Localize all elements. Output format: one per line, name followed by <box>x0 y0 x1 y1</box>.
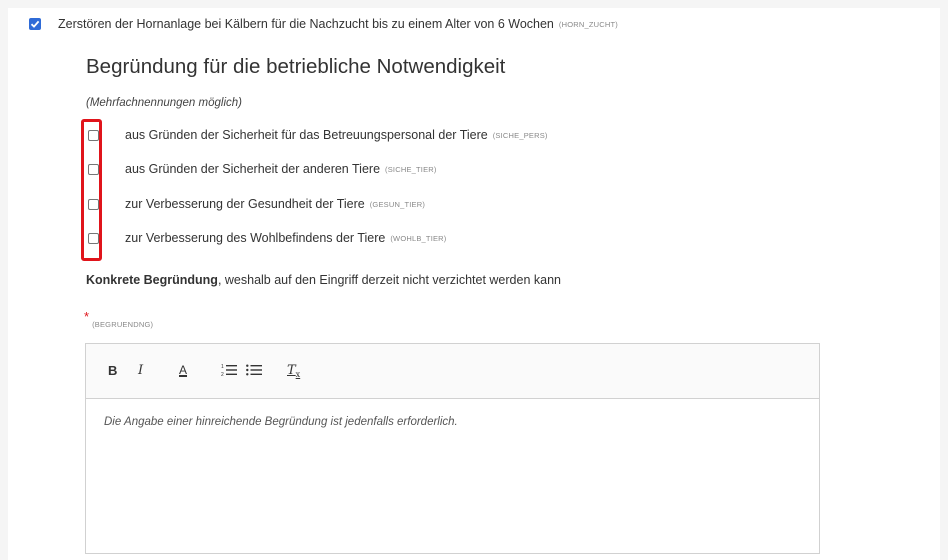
option-checkbox[interactable] <box>88 163 99 175</box>
clear-format-button[interactable]: Tx <box>287 360 300 380</box>
option-code: (SICHE_TIER) <box>385 164 437 174</box>
editor-content[interactable]: Die Angabe einer hinreichende Begründung… <box>86 399 819 445</box>
rich-text-editor[interactable]: B I A 1 2 Tx Die Angabe einer hinreichen… <box>85 343 820 554</box>
clear-format-x-icon: x <box>295 369 301 379</box>
option-label: aus Gründen der Sicherheit der anderen T… <box>125 162 381 176</box>
field-code: (BEGRUENDNG) <box>92 320 154 329</box>
svg-text:2: 2 <box>221 372 224 377</box>
main-option-row[interactable]: Zerstören der Hornanlage bei Kälbern für… <box>29 17 618 31</box>
option-checkbox[interactable] <box>88 129 99 141</box>
option-code: (SICHE_PERS) <box>492 130 548 140</box>
main-option-code: (HORN_ZUCHT) <box>558 19 618 29</box>
concrete-reason-label: Konkrete Begründung, weshalb auf den Ein… <box>86 273 561 287</box>
option-checkbox[interactable] <box>88 198 99 210</box>
option-label: zur Verbesserung der Gesundheit der Tier… <box>125 197 365 211</box>
option-row[interactable]: aus Gründen der Sicherheit der anderen T… <box>88 162 437 176</box>
concrete-reason-rest: , weshalb auf den Eingriff derzeit nicht… <box>217 273 561 287</box>
ordered-list-icon: 1 2 <box>221 364 237 377</box>
editor-toolbar: B I A 1 2 Tx <box>86 344 819 399</box>
option-code: (WOHLB_TIER) <box>390 233 447 243</box>
bold-button[interactable]: B <box>108 360 117 380</box>
checkmark-icon <box>30 20 40 28</box>
main-option-checkbox[interactable] <box>29 18 41 30</box>
main-option-label: Zerstören der Hornanlage bei Kälbern für… <box>58 17 554 31</box>
multiple-choice-hint: (Mehrfachnennungen möglich) <box>86 97 242 109</box>
option-checkbox[interactable] <box>88 232 99 244</box>
svg-text:1: 1 <box>221 364 224 370</box>
bullet-list-icon <box>246 364 262 376</box>
option-row[interactable]: zur Verbesserung der Gesundheit der Tier… <box>88 197 425 211</box>
required-field-label: * (BEGRUENDNG) <box>84 309 153 329</box>
required-marker: * <box>84 309 90 324</box>
italic-button[interactable]: I <box>138 360 143 380</box>
option-label: zur Verbesserung des Wohlbefindens der T… <box>125 231 386 245</box>
option-code: (GESUN_TIER) <box>369 199 426 209</box>
section-title: Begründung für die betriebliche Notwendi… <box>86 55 506 78</box>
ordered-list-button[interactable]: 1 2 <box>221 360 237 380</box>
text-color-button[interactable]: A <box>179 360 187 380</box>
option-row[interactable]: zur Verbesserung des Wohlbefindens der T… <box>88 231 447 245</box>
option-label: aus Gründen der Sicherheit für das Betre… <box>125 128 488 142</box>
editor-placeholder: Die Angabe einer hinreichende Begründung… <box>104 416 458 428</box>
bullet-list-button[interactable] <box>246 360 262 380</box>
concrete-reason-bold: Konkrete Begründung <box>86 273 218 287</box>
option-row[interactable]: aus Gründen der Sicherheit für das Betre… <box>88 128 548 142</box>
clear-format-label: T <box>287 362 296 378</box>
